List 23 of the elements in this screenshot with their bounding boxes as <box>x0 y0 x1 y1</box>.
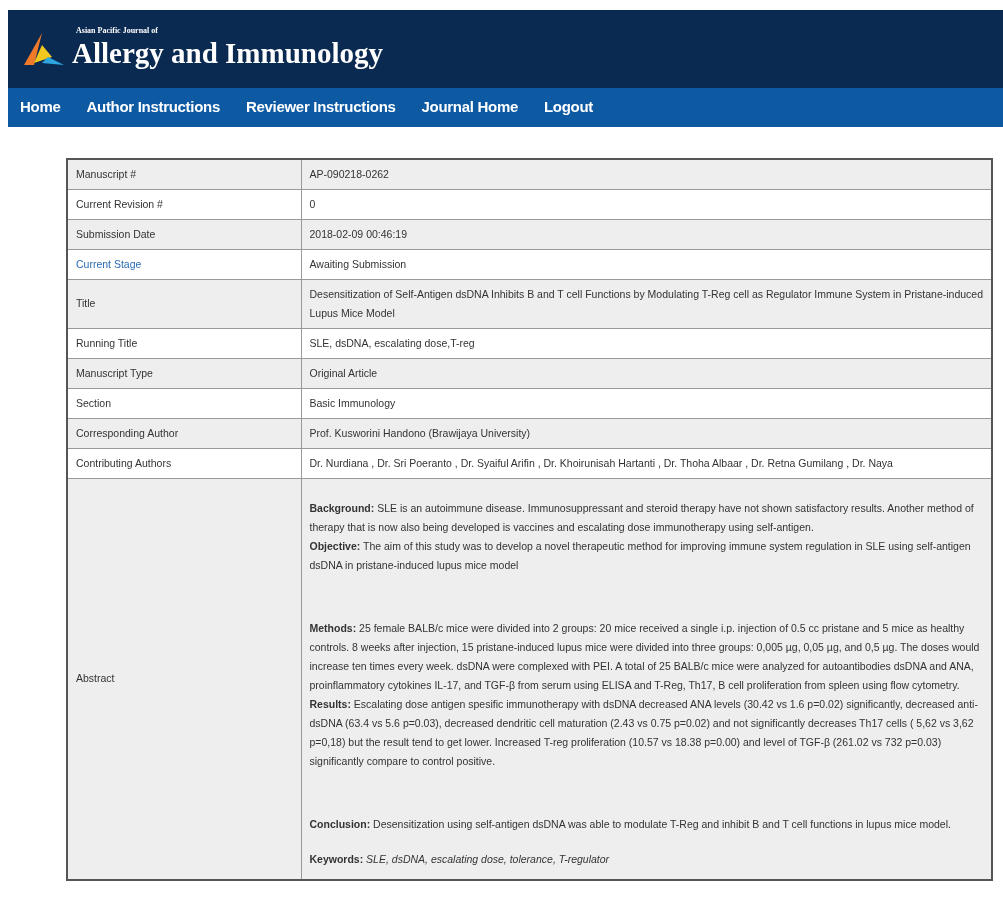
nav-link[interactable]: Logout <box>543 96 593 119</box>
field-label: Title <box>67 279 301 329</box>
nav-link[interactable]: Journal Home <box>421 96 518 119</box>
abstract-paragraph: Methods: 25 female BALB/c mice were divided into 2 groups: 20 mice received a single i.p. injection of 0.5 cc pristane and 5 mice as healthy controls. 8 weeks after injection, 15 pristane-induced lupus mice were divided into three groups: 0,005 µg, 0,05 µg, and 0,5 µg. The doses would increase ten times every week. dsDNA were complexed with PEI. A total of 25 BALB/c mice were analyzed for autoantibodies dsDNA and ANA, proinflammatory cytokines IL-17, and TGF-β from serum using ELISA and T-Reg, Th17, B cell proliferation from spleen using flow cytometry. <box>309 621 981 693</box>
field-label: Corresponding Author <box>67 418 301 449</box>
abstract-paragraph: Objective: The aim of this study was to develop a novel therapeutic method for improving immune system regulation in SLE using self-antigen dsDNA in pristane-induced lupus mice model <box>309 539 972 573</box>
nav-link[interactable]: Home <box>20 96 61 119</box>
field-label: Section <box>67 388 301 419</box>
nav-link[interactable]: Reviewer Instructions <box>245 96 396 119</box>
field-label: Running Title <box>67 328 301 359</box>
abstract-paragraph: Conclusion: Desensitization using self-antigen dsDNA was able to modulate T-Reg and inhibit B and T cell functions in lupus mice model. <box>309 817 952 832</box>
journal-title: Allergy and Immunology <box>72 35 383 71</box>
journal-kicker: Asian Pacific Journal of <box>76 26 159 35</box>
field-label: Manuscript Type <box>67 358 301 389</box>
field-label: Manuscript # <box>67 159 301 190</box>
abstract-paragraph: Results: Escalating dose antigen spesific immunotherapy with dsDNA decreased ANA levels (30.42 vs 1.6 p=0.02) significantly, decreased anti-dsDNA (63.4 vs 5.6 p=0.03), decreased dendritic cell maturation (2.43 vs 0.75 p=0.02) and not significantly decreases Th17 cells ( 5,62 vs 3,62 p=0,18) but the result tend to get lower. Increased T-reg proliferation (10.57 vs 18.38 p=0.00) and level of TGF-β (261.02 vs 732 p=0.03) significantly compare to control positive. <box>309 697 979 769</box>
nav-link[interactable]: Author Instructions <box>86 96 220 119</box>
field-label: Current Revision # <box>67 189 301 220</box>
field-label[interactable]: Current Stage <box>67 249 301 280</box>
field-label: Contributing Authors <box>67 448 301 479</box>
abstract-paragraph: Background: SLE is an autoimmune disease. Immunosuppressant and steroid therapy have not shown satisfactory results. Another method of therapy that is now also being developed is vaccines and escalating dose immunotherapy using self-antigen. <box>309 501 975 535</box>
abstract-paragraph: Keywords: SLE, dsDNA, escalating dose, tolerance, T-regulator <box>309 852 611 867</box>
field-label: Submission Date <box>67 219 301 250</box>
